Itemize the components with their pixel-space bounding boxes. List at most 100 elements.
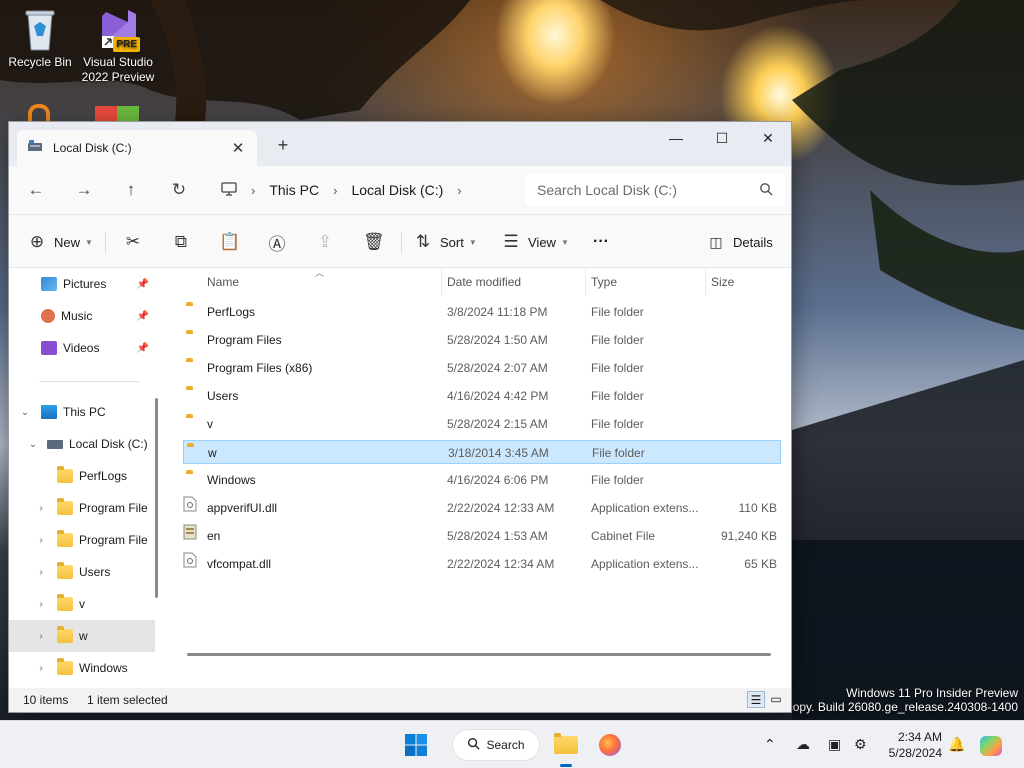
sidebar-item-local-disk[interactable]: ⌄ Local Disk (C:): [9, 428, 155, 460]
sidebar-item-this-pc[interactable]: ⌄ This PC: [9, 396, 155, 428]
partial-desktop-icon[interactable]: [28, 104, 50, 122]
copilot-icon[interactable]: [980, 736, 1002, 759]
sort-button[interactable]: ⇅ Sort ▼: [413, 229, 477, 255]
active-indicator: [560, 764, 572, 767]
sidebar-item-label: v: [79, 597, 85, 611]
monitor-icon: [221, 181, 237, 199]
clock-date: 5/28/2024: [888, 746, 942, 760]
delete-button[interactable]: 🗑: [363, 229, 390, 255]
forward-icon[interactable]: →: [69, 176, 99, 204]
horizontal-scrollbar[interactable]: [187, 653, 771, 656]
sidebar-item-pictures[interactable]: Pictures 📌: [9, 268, 155, 300]
breadcrumb-separator[interactable]: ›: [457, 183, 461, 198]
breadcrumb-local-disk[interactable]: Local Disk (C:): [351, 182, 443, 198]
watermark-line1: Windows 11 Pro Insider Preview: [846, 686, 1018, 700]
table-row[interactable]: v 5/28/2024 2:15 AM File folder: [183, 412, 781, 436]
column-name[interactable]: Name: [207, 275, 239, 289]
sidebar-item-folder[interactable]: PerfLogs: [9, 460, 155, 492]
more-options-button[interactable]: ···: [593, 229, 609, 255]
close-tab-icon[interactable]: ✕: [229, 139, 247, 157]
pin-icon: 📌: [136, 278, 149, 290]
network-disconnected-icon[interactable]: ☁: [796, 736, 810, 753]
chevron-up-icon[interactable]: ⌃: [764, 736, 776, 753]
copy-button[interactable]: ⧉: [171, 229, 198, 255]
monitor-icon: [41, 405, 57, 419]
view-button[interactable]: ☰ View ▼: [501, 229, 569, 255]
table-row[interactable]: Users 4/16/2024 4:42 PM File folder: [183, 384, 781, 408]
tiles-view-icon[interactable]: ▭: [767, 691, 785, 708]
chevron-down-icon[interactable]: ⌄: [17, 407, 33, 418]
sidebar-item-folder[interactable]: › v: [9, 588, 155, 620]
details-view-icon[interactable]: ☰: [747, 691, 765, 708]
new-tab-button[interactable]: +: [271, 134, 295, 158]
chevron-right-icon[interactable]: ›: [33, 631, 49, 642]
table-row[interactable]: en 5/28/2024 1:53 AM Cabinet File 91,240…: [183, 524, 781, 548]
visual-studio-shortcut[interactable]: PRE Visual Studio 2022 Preview: [78, 8, 158, 85]
preview-badge: PRE: [113, 37, 140, 52]
table-row[interactable]: PerfLogs 3/8/2024 11:18 PM File folder: [183, 300, 781, 324]
visual-studio-icon: PRE: [98, 8, 140, 52]
table-row-selected[interactable]: w 3/18/2014 3:45 AM File folder: [183, 440, 781, 464]
sidebar-item-folder[interactable]: › Windows: [9, 652, 155, 684]
column-size[interactable]: Size: [711, 275, 734, 289]
column-type[interactable]: Type: [591, 275, 617, 289]
address-bar[interactable]: › This PC › Local Disk (C:) ›: [211, 174, 511, 206]
sidebar-item-videos[interactable]: Videos 📌: [9, 332, 155, 364]
file-name: Users: [207, 389, 239, 403]
file-date: 3/18/2014 3:45 AM: [448, 446, 549, 460]
table-row[interactable]: vfcompat.dll 2/22/2024 12:34 AM Applicat…: [183, 552, 781, 576]
chevron-right-icon[interactable]: ›: [33, 503, 49, 514]
sidebar-item-folder-selected[interactable]: › w: [9, 620, 155, 652]
file-date: 5/28/2024 2:07 AM: [447, 361, 548, 375]
notification-bell-icon[interactable]: 🔔: [948, 736, 965, 753]
table-row[interactable]: appverifUI.dll 2/22/2024 12:33 AM Applic…: [183, 496, 781, 520]
divider: [705, 268, 706, 296]
taskbar-search[interactable]: Search: [452, 729, 540, 761]
table-row[interactable]: Windows 4/16/2024 6:06 PM File folder: [183, 468, 781, 492]
chevron-down-icon[interactable]: ⌄: [25, 439, 41, 450]
chevron-right-icon[interactable]: ›: [33, 535, 49, 546]
sidebar-item-label: Local Disk (C:): [69, 437, 148, 451]
sidebar-item-folder[interactable]: › Program File: [9, 524, 155, 556]
chevron-right-icon[interactable]: ›: [33, 599, 49, 610]
column-date-modified[interactable]: Date modified: [447, 275, 521, 289]
sidebar-item-music[interactable]: Music 📌: [9, 300, 155, 332]
settings-tray-icon[interactable]: ⚙: [854, 736, 867, 753]
sidebar-item-folder[interactable]: › Program File: [9, 492, 155, 524]
partial-desktop-icon-2[interactable]: [95, 106, 139, 122]
chevron-right-icon[interactable]: ›: [33, 567, 49, 578]
close-button[interactable]: ✕: [745, 122, 791, 154]
sidebar-item-folder[interactable]: › Users: [9, 556, 155, 588]
table-row[interactable]: Program Files (x86) 5/28/2024 2:07 AM Fi…: [183, 356, 781, 380]
navigation-scrollbar[interactable]: [155, 398, 158, 598]
refresh-icon[interactable]: ↻: [164, 176, 194, 204]
tab-local-disk[interactable]: Local Disk (C:) ✕: [17, 130, 257, 166]
paste-button[interactable]: 📋: [219, 229, 246, 255]
breadcrumb-this-pc[interactable]: This PC: [269, 182, 319, 198]
up-icon[interactable]: ↑: [116, 176, 146, 204]
chevron-right-icon[interactable]: ›: [33, 663, 49, 674]
display-icon[interactable]: ▣: [828, 736, 841, 753]
details-label: Details: [733, 234, 773, 250]
file-type: File folder: [591, 333, 644, 347]
dll-file-icon: [183, 552, 197, 571]
new-button[interactable]: ⊕ New ▼: [27, 229, 93, 255]
cut-button[interactable]: ✂: [123, 229, 150, 255]
search-input[interactable]: Search Local Disk (C:): [525, 174, 785, 206]
maximize-button[interactable]: ☐: [699, 122, 745, 154]
firefox-taskbar-button[interactable]: [594, 729, 626, 761]
file-explorer-taskbar-button[interactable]: [550, 729, 582, 767]
recycle-bin-shortcut[interactable]: Recycle Bin: [0, 8, 80, 70]
view-label: View: [528, 234, 556, 250]
rename-button[interactable]: Ⓐ: [267, 229, 294, 255]
breadcrumb-separator[interactable]: ›: [251, 183, 255, 198]
minimize-button[interactable]: —: [653, 122, 699, 154]
details-pane-button[interactable]: ◫ Details: [706, 229, 773, 255]
sidebar-item-label: Windows: [79, 661, 128, 675]
breadcrumb-separator[interactable]: ›: [333, 183, 337, 198]
back-icon[interactable]: ←: [21, 176, 51, 204]
clock[interactable]: 2:34 AM 5/28/2024: [889, 729, 942, 761]
share-button[interactable]: ⇪: [315, 229, 342, 255]
table-row[interactable]: Program Files 5/28/2024 1:50 AM File fol…: [183, 328, 781, 352]
start-button[interactable]: [400, 729, 432, 761]
